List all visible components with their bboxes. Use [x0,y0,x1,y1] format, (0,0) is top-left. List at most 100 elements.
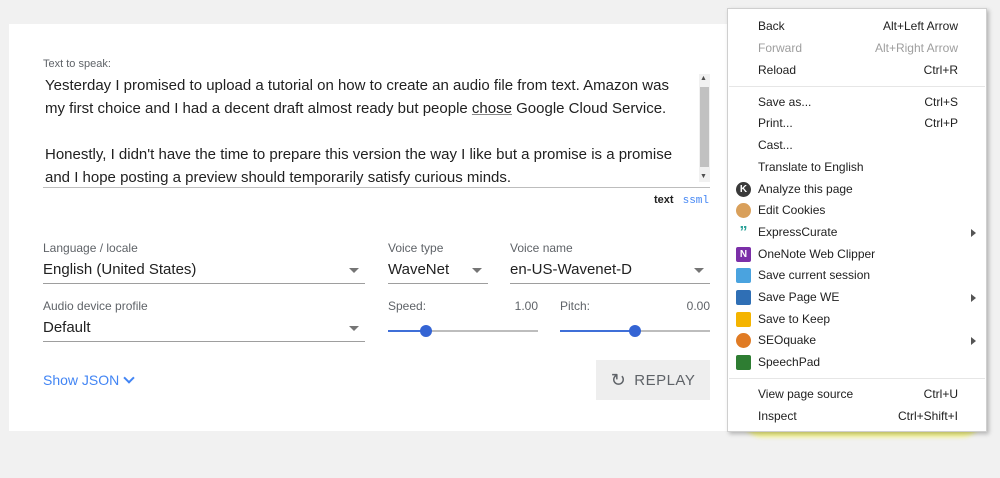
seoquake-icon [736,333,751,348]
format-toggle: text ssml [654,194,709,207]
onenote-icon: N [736,247,751,262]
menu-separator [729,378,985,379]
menu-item-print[interactable]: Print... Ctrl+P [728,113,986,134]
pitch-thumb[interactable] [629,325,641,337]
menu-item-label: SpeechPad [758,355,821,369]
menu-item-shortcut: Ctrl+P [924,116,958,130]
voice-name-field: Voice name en-US-Wavenet-D [510,241,710,284]
menu-item-inspect[interactable]: Inspect Ctrl+Shift+I [728,406,986,427]
audio-device-select[interactable]: Default [43,317,365,342]
menu-item-reload[interactable]: Reload Ctrl+R [728,60,986,81]
chevron-down-icon [349,326,359,331]
menu-item-label: Analyze this page [758,182,853,196]
show-json-link[interactable]: Show JSON [43,372,135,388]
show-json-label: Show JSON [43,372,120,388]
menu-separator [729,86,985,87]
voice-name-select[interactable]: en-US-Wavenet-D [510,259,710,284]
menu-item-save-as[interactable]: Save as... Ctrl+S [728,92,986,113]
tts-paragraph-1: Yesterday I promised to upload a tutoria… [45,74,685,120]
menu-item-seoquake[interactable]: SEOquake [728,330,986,351]
menu-item-shortcut: Ctrl+U [923,387,958,401]
menu-item-expresscurate[interactable]: ” ExpressCurate [728,222,986,243]
menu-item-translate[interactable]: Translate to English [728,157,986,178]
menu-item-label: OneNote Web Clipper [758,247,876,261]
menu-item-analyze[interactable]: K Analyze this page [728,179,986,200]
menu-item-label: SEOquake [758,333,817,347]
menu-item-label: Translate to English [758,160,864,174]
chevron-down-icon [123,372,135,384]
speed-label: Speed: [388,299,427,313]
text-to-speak-label: Text to speak: [43,58,111,70]
speed-track[interactable] [388,325,538,337]
language-field: Language / locale English (United States… [43,241,365,284]
quote-icon: ” [739,224,748,241]
menu-item-label: Save as... [758,95,812,109]
menu-item-label: Edit Cookies [758,203,826,217]
menu-item-shortcut: Ctrl+S [924,95,958,109]
menu-item-label: Reload [758,63,797,77]
menu-item-shortcut: Ctrl+R [923,63,958,77]
keep-lightbulb-icon [736,312,751,327]
chevron-down-icon [349,268,359,273]
menu-item-label: Forward [758,41,803,55]
menu-item-forward[interactable]: Forward Alt+Right Arrow [728,38,986,59]
menu-item-save-session[interactable]: Save current session [728,265,986,286]
floppy-disk-icon [736,290,751,305]
language-label: Language / locale [43,241,138,255]
speed-value: 1.00 [514,299,538,313]
pitch-value: 0.00 [686,299,710,313]
voice-name-value: en-US-Wavenet-D [510,261,632,278]
tts-paragraph-2: Honestly, I didn't have the time to prep… [45,146,673,186]
menu-item-speechpad[interactable]: SpeechPad [728,352,986,373]
voice-type-value: WaveNet [388,261,450,278]
menu-item-label: Back [758,19,785,33]
voice-type-label: Voice type [388,241,444,255]
session-icon [736,268,751,283]
menu-item-save-page-we[interactable]: Save Page WE [728,287,986,308]
kee-k-icon: K [736,182,751,197]
menu-item-shortcut: Ctrl+Shift+I [897,409,958,423]
menu-item-label: Save current session [758,268,871,282]
menu-item-view-source[interactable]: View page source Ctrl+U [728,384,986,405]
pitch-fill [560,330,635,332]
submenu-arrow-icon [971,294,976,302]
pitch-slider[interactable]: Pitch: 0.00 [560,299,710,337]
voice-type-select[interactable]: WaveNet [388,259,488,284]
menu-item-shortcut: Alt+Right Arrow [874,41,958,55]
menu-item-label: Print... [758,116,793,130]
scroll-down-arrow-icon[interactable]: ▼ [700,172,707,182]
menu-item-onenote[interactable]: N OneNote Web Clipper [728,244,986,265]
cookie-icon [736,203,751,218]
speed-slider[interactable]: Speed: 1.00 [388,299,538,337]
language-select[interactable]: English (United States) [43,259,365,284]
scrollbar-thumb[interactable] [700,87,709,167]
chevron-down-icon [472,268,482,273]
audio-device-field: Audio device profile Default [43,299,365,342]
textarea-scrollbar[interactable]: ▲ ▼ [699,74,710,182]
scroll-up-arrow-icon[interactable]: ▲ [700,74,707,84]
pitch-label: Pitch: [560,299,591,313]
menu-item-cast[interactable]: Cast... [728,135,986,156]
tts-text-content[interactable]: Yesterday I promised to upload a tutoria… [45,74,685,189]
tts-spell-underlined-word: chose [471,100,512,117]
menu-item-label: View page source [758,387,854,401]
tts-paragraph-1-text-b: Google Cloud Service. [511,100,667,117]
menu-item-shortcut: Alt+Left Arrow [882,19,958,33]
speed-thumb[interactable] [419,325,432,337]
menu-item-edit-cookies[interactable]: Edit Cookies [728,200,986,221]
menu-item-label: Inspect [758,409,797,423]
menu-item-label: Save Page WE [758,290,840,304]
menu-item-label: Save to Keep [758,312,831,326]
text-to-speak-textarea[interactable]: Yesterday I promised to upload a tutoria… [43,70,710,188]
speechpad-icon [736,355,751,370]
audio-device-value: Default [43,319,91,336]
format-text-option[interactable]: text [654,194,674,206]
menu-item-save-keep[interactable]: Save to Keep [728,309,986,330]
language-value: English (United States) [43,261,197,278]
replay-label: REPLAY [634,371,696,389]
menu-item-back[interactable]: Back Alt+Left Arrow [728,16,986,37]
voice-type-field: Voice type WaveNet [388,241,488,284]
pitch-track[interactable] [560,325,710,337]
replay-button[interactable]: ↻ REPLAY [596,360,710,400]
format-ssml-option[interactable]: ssml [683,195,709,207]
